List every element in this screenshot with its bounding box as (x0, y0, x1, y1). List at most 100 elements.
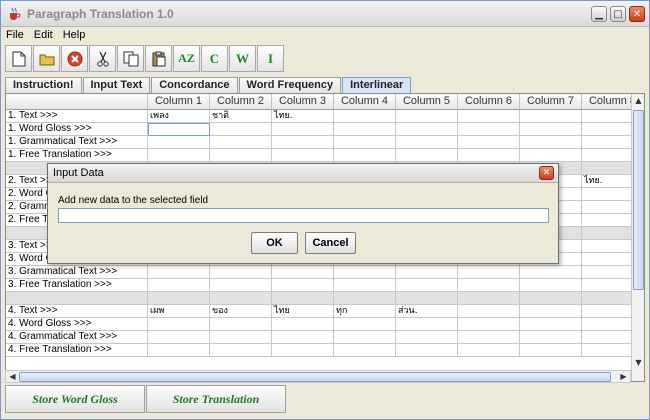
table-cell[interactable] (520, 110, 582, 123)
tab-instruction[interactable]: Instruction! (5, 77, 82, 93)
table-cell[interactable] (334, 110, 396, 123)
table-cell[interactable] (148, 266, 210, 279)
vertical-scrollbar[interactable]: ▲ ▼ (631, 94, 644, 381)
column-header-2[interactable]: Column 2 (210, 94, 272, 110)
table-cell[interactable] (458, 149, 520, 162)
table-cell[interactable] (148, 136, 210, 149)
table-cell[interactable] (458, 318, 520, 331)
table-cell[interactable] (458, 344, 520, 357)
cancel-button[interactable]: Cancel (305, 232, 356, 254)
column-header-3[interactable]: Column 3 (272, 94, 334, 110)
table-cell[interactable] (334, 123, 396, 136)
table-cell[interactable] (334, 136, 396, 149)
table-cell[interactable] (272, 266, 334, 279)
stop-button[interactable] (61, 45, 88, 72)
store-translation-button[interactable]: Store Translation (146, 385, 286, 413)
table-cell[interactable] (458, 292, 520, 305)
table-cell[interactable] (520, 266, 582, 279)
vertical-scroll-thumb[interactable] (633, 110, 644, 290)
dialog-input-field[interactable] (58, 208, 549, 223)
column-header-5[interactable]: Column 5 (396, 94, 458, 110)
table-cell[interactable] (272, 318, 334, 331)
table-cell[interactable] (396, 279, 458, 292)
table-cell[interactable] (210, 149, 272, 162)
table-cell[interactable] (334, 292, 396, 305)
table-cell[interactable] (210, 136, 272, 149)
table-cell[interactable] (520, 305, 582, 318)
tab-word-frequency[interactable]: Word Frequency (238, 77, 342, 93)
table-cell[interactable] (396, 110, 458, 123)
table-cell[interactable] (396, 344, 458, 357)
table-cell[interactable] (520, 123, 582, 136)
new-file-button[interactable] (5, 45, 32, 72)
table-cell[interactable] (148, 344, 210, 357)
table-cell[interactable] (272, 279, 334, 292)
table-cell[interactable] (520, 149, 582, 162)
table-cell[interactable] (272, 136, 334, 149)
table-cell[interactable] (148, 331, 210, 344)
table-cell[interactable] (458, 110, 520, 123)
table-cell[interactable] (334, 318, 396, 331)
horizontal-scrollbar[interactable]: ◀ ▶ (5, 370, 631, 383)
close-button[interactable]: ✕ (629, 6, 645, 22)
table-cell[interactable] (334, 279, 396, 292)
table-cell[interactable] (520, 331, 582, 344)
table-cell[interactable] (520, 292, 582, 305)
table-cell[interactable] (210, 123, 272, 136)
interlinear-button[interactable]: I (257, 45, 284, 72)
tab-input-text[interactable]: Input Text (82, 77, 151, 93)
table-cell[interactable] (272, 331, 334, 344)
menu-file[interactable]: File (1, 29, 29, 41)
table-cell[interactable]: ชาติ (210, 110, 272, 123)
minimize-button[interactable]: ▁ (591, 6, 607, 22)
table-cell[interactable] (148, 149, 210, 162)
table-cell[interactable] (458, 123, 520, 136)
ok-button[interactable]: OK (251, 232, 298, 254)
sort-az-button[interactable]: AZ (173, 45, 200, 72)
horizontal-scroll-thumb[interactable] (19, 372, 611, 382)
table-cell[interactable] (520, 344, 582, 357)
menu-edit[interactable]: Edit (29, 29, 58, 41)
column-header-6[interactable]: Column 6 (458, 94, 520, 110)
table-cell[interactable] (148, 279, 210, 292)
scroll-up-icon[interactable]: ▲ (632, 94, 644, 107)
table-cell[interactable] (210, 279, 272, 292)
table-cell[interactable] (210, 292, 272, 305)
table-cell[interactable] (520, 279, 582, 292)
table-cell[interactable]: เพลง (148, 110, 210, 123)
scroll-down-icon[interactable]: ▼ (632, 356, 644, 369)
maximize-button[interactable]: □ (610, 6, 626, 22)
dialog-close-button[interactable]: ✕ (539, 166, 554, 180)
table-cell[interactable] (396, 292, 458, 305)
table-cell[interactable] (458, 279, 520, 292)
table-cell[interactable] (396, 266, 458, 279)
menu-help[interactable]: Help (58, 29, 91, 41)
column-header-7[interactable]: Column 7 (520, 94, 582, 110)
table-cell[interactable] (458, 331, 520, 344)
table-cell[interactable]: ของ (210, 305, 272, 318)
table-cell[interactable]: ไทย. (272, 110, 334, 123)
table-cell[interactable] (272, 344, 334, 357)
table-cell[interactable] (272, 123, 334, 136)
table-cell[interactable] (210, 318, 272, 331)
table-cell[interactable] (396, 136, 458, 149)
table-cell[interactable] (334, 344, 396, 357)
cut-button[interactable] (89, 45, 116, 72)
table-cell[interactable] (520, 136, 582, 149)
table-cell[interactable] (210, 344, 272, 357)
paste-button[interactable] (145, 45, 172, 72)
table-cell[interactable] (396, 149, 458, 162)
table-cell[interactable] (396, 123, 458, 136)
table-cell[interactable] (148, 123, 210, 136)
table-cell[interactable] (272, 149, 334, 162)
table-cell[interactable]: เผพ (148, 305, 210, 318)
table-cell[interactable] (458, 266, 520, 279)
table-cell[interactable] (334, 149, 396, 162)
column-header-1[interactable]: Column 1 (148, 94, 210, 110)
store-word-gloss-button[interactable]: Store Word Gloss (5, 385, 145, 413)
concordance-button[interactable]: C (201, 45, 228, 72)
table-cell[interactable] (396, 318, 458, 331)
table-cell[interactable] (458, 136, 520, 149)
table-cell[interactable] (334, 331, 396, 344)
table-cell[interactable] (396, 331, 458, 344)
